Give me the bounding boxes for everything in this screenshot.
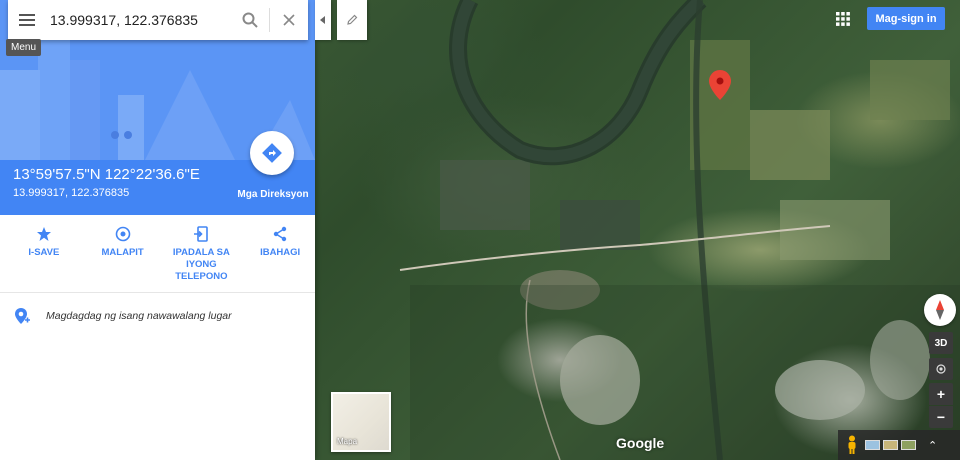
zoom-in-button[interactable]: + bbox=[929, 383, 953, 405]
imagery-thumbnail-2[interactable] bbox=[883, 440, 898, 450]
map-type-label: Mapa bbox=[337, 437, 358, 446]
add-missing-place-button[interactable]: Magdagdag ng isang nawawalang lugar bbox=[0, 294, 315, 338]
pegman-icon bbox=[848, 435, 856, 454]
compass-icon bbox=[936, 300, 944, 320]
pegman-street-view-button[interactable] bbox=[842, 430, 862, 460]
directions-icon bbox=[262, 143, 282, 163]
nearby-button[interactable]: MALAPIT bbox=[88, 215, 158, 292]
clear-search-button[interactable] bbox=[270, 0, 308, 40]
send-to-phone-icon bbox=[194, 226, 209, 242]
chevron-left-icon bbox=[320, 16, 325, 24]
apps-grid-icon bbox=[836, 12, 850, 26]
my-location-button[interactable] bbox=[929, 358, 953, 380]
save-button[interactable]: I-SAVE bbox=[9, 215, 79, 292]
search-box bbox=[8, 0, 308, 40]
share-icon bbox=[273, 226, 287, 242]
add-place-label: Magdagdag ng isang nawawalang lugar bbox=[46, 310, 232, 322]
search-input[interactable] bbox=[46, 0, 232, 40]
map-type-toggle[interactable]: Mapa bbox=[331, 392, 391, 452]
star-icon bbox=[36, 227, 51, 241]
collapse-panel-button[interactable] bbox=[315, 0, 331, 40]
expand-imagery-button[interactable]: ⌃ bbox=[928, 439, 937, 452]
nearby-icon bbox=[115, 226, 130, 242]
directions-label: Mga Direksyon bbox=[237, 189, 309, 200]
search-button[interactable] bbox=[231, 0, 269, 40]
add-place-icon bbox=[15, 308, 30, 324]
compass-button[interactable] bbox=[924, 294, 956, 326]
edit-button[interactable] bbox=[337, 0, 367, 40]
search-icon bbox=[242, 12, 258, 28]
sign-in-button[interactable]: Mag-sign in bbox=[867, 7, 945, 30]
imagery-bar: ⌃ bbox=[838, 430, 960, 460]
send-to-phone-label: IPADALA SA IYONG TELEPONO bbox=[172, 247, 230, 282]
tilt-3d-button[interactable]: 3D bbox=[929, 332, 953, 354]
google-logo: Google bbox=[616, 435, 665, 451]
coordinates-decimal: 13.999317, 122.376835 bbox=[13, 187, 130, 199]
imagery-thumbnail-3[interactable] bbox=[901, 440, 916, 450]
zoom-out-button[interactable]: − bbox=[929, 406, 953, 428]
pencil-icon bbox=[347, 14, 358, 25]
share-button[interactable]: IBAHAGI bbox=[245, 215, 315, 292]
nearby-label: MALAPIT bbox=[101, 247, 144, 258]
close-icon bbox=[283, 14, 295, 26]
send-to-phone-button[interactable]: IPADALA SA IYONG TELEPONO bbox=[167, 215, 237, 292]
menu-tooltip: Menu bbox=[6, 39, 42, 56]
directions-button[interactable] bbox=[250, 131, 294, 175]
hamburger-menu-icon bbox=[19, 14, 35, 26]
menu-button[interactable] bbox=[8, 0, 46, 40]
side-panel: 13°59'57.5"N 122°22'36.6"E 13.999317, 12… bbox=[0, 0, 315, 460]
coordinates-dms: 13°59'57.5"N 122°22'36.6"E bbox=[13, 166, 200, 183]
action-row: I-SAVE MALAPIT IPADALA SA IYONG TELEPONO bbox=[0, 215, 315, 293]
save-label: I-SAVE bbox=[28, 247, 60, 258]
my-location-icon bbox=[936, 364, 946, 374]
apps-button[interactable] bbox=[833, 9, 853, 29]
share-label: IBAHAGI bbox=[260, 247, 301, 258]
imagery-thumbnail-1[interactable] bbox=[865, 440, 880, 450]
